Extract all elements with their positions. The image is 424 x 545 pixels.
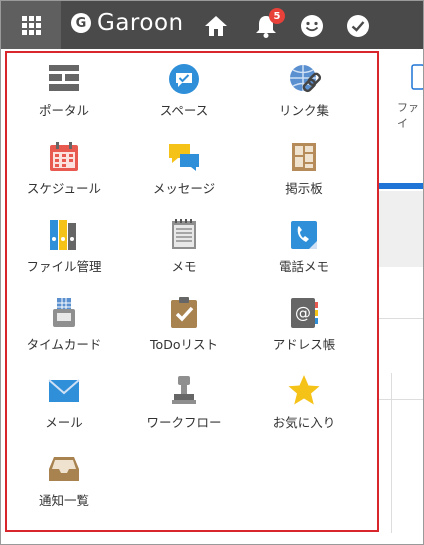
background-blue-bar [377,183,423,189]
calendar-icon [50,142,78,171]
notification-badge: 5 [269,8,285,24]
menu-item-label: メッセージ [152,181,216,196]
mail-envelope-icon [48,379,80,402]
menu-item-memo[interactable]: メモ [124,209,244,279]
menu-item-todo-list[interactable]: ToDoリスト [124,287,244,357]
menu-item-mail[interactable]: メール [4,365,124,435]
background-tab-label: ファイ [397,101,419,130]
menu-item-label: メモ [171,259,197,274]
menu-item-label: アドレス帳 [272,337,336,352]
menu-item-label: ワークフロー [146,415,222,430]
space-icon [169,64,199,94]
menu-item-notifications[interactable]: 通知一覧 [4,443,124,513]
menu-item-label: スケジュール [26,181,102,196]
phone-memo-icon [291,221,317,249]
menu-item-label: 通知一覧 [38,493,89,508]
menu-item-timecard[interactable]: タイムカード [4,287,124,357]
background-divider [377,318,423,319]
garoon-logo[interactable]: G Garoon [71,10,184,36]
app-grid-icon [21,15,41,35]
workflow-stamp-icon [172,376,196,404]
logo-mark: G [71,13,91,33]
message-icon [169,144,199,171]
menu-item-label: 電話メモ [278,259,329,274]
notification-tray-icon [49,457,79,481]
menu-item-label: お気に入り [272,415,336,430]
portal-icon [49,65,79,91]
todo-clipboard-icon [171,297,197,328]
address-book-icon: @ [291,298,318,328]
memo-icon [172,219,196,249]
menu-item-label: メール [45,415,83,430]
menu-item-label: タイムカード [26,337,102,352]
app-menu-button[interactable] [1,1,61,49]
menu-item-label: リンク集 [278,103,329,118]
menu-item-space[interactable]: スペース [124,53,244,123]
menu-item-workflow[interactable]: ワークフロー [124,365,244,435]
file-binder-icon [50,220,76,250]
timecard-icon [53,298,75,327]
menu-item-message[interactable]: メッセージ [124,131,244,201]
menu-item-portal[interactable]: ポータル [4,53,124,123]
menu-item-label: スペース [159,103,209,118]
menu-item-label: ファイル管理 [26,259,102,274]
star-icon [288,375,320,405]
menu-item-label: ToDoリスト [150,337,218,352]
svg-text:@: @ [295,303,311,322]
user-check-icon[interactable] [345,13,371,39]
application-menu-panel: ポータル スペース リンク集 スケジュール メッセージ 掲示板 ファイル管理 メ… [5,51,379,532]
background-gray-panel [377,191,423,267]
menu-item-phone-memo[interactable]: 電話メモ [244,209,364,279]
menu-item-label: 掲示板 [285,181,323,196]
menu-item-links[interactable]: リンク集 [244,53,364,123]
menu-item-schedule[interactable]: スケジュール [4,131,124,201]
menu-item-bulletin-board[interactable]: 掲示板 [244,131,364,201]
background-divider [377,399,423,400]
background-divider [391,373,392,533]
top-navigation-bar: G Garoon 5 [1,1,423,49]
menu-item-address-book[interactable]: @ アドレス帳 [244,287,364,357]
app-window: G Garoon 5 ファイ ポータル スペース リンク集 スケジュール メッセ… [0,0,424,545]
menu-item-label: ポータル [38,103,89,118]
background-file-icon [411,64,423,90]
link-icon [290,65,322,93]
bulletin-board-icon [292,143,316,171]
smiley-face-icon[interactable] [299,13,325,39]
logo-text: Garoon [97,10,184,36]
home-icon[interactable] [203,13,229,39]
background-page-tab: ファイ [377,59,423,130]
menu-item-file-management[interactable]: ファイル管理 [4,209,124,279]
menu-item-favorites[interactable]: お気に入り [244,365,364,435]
